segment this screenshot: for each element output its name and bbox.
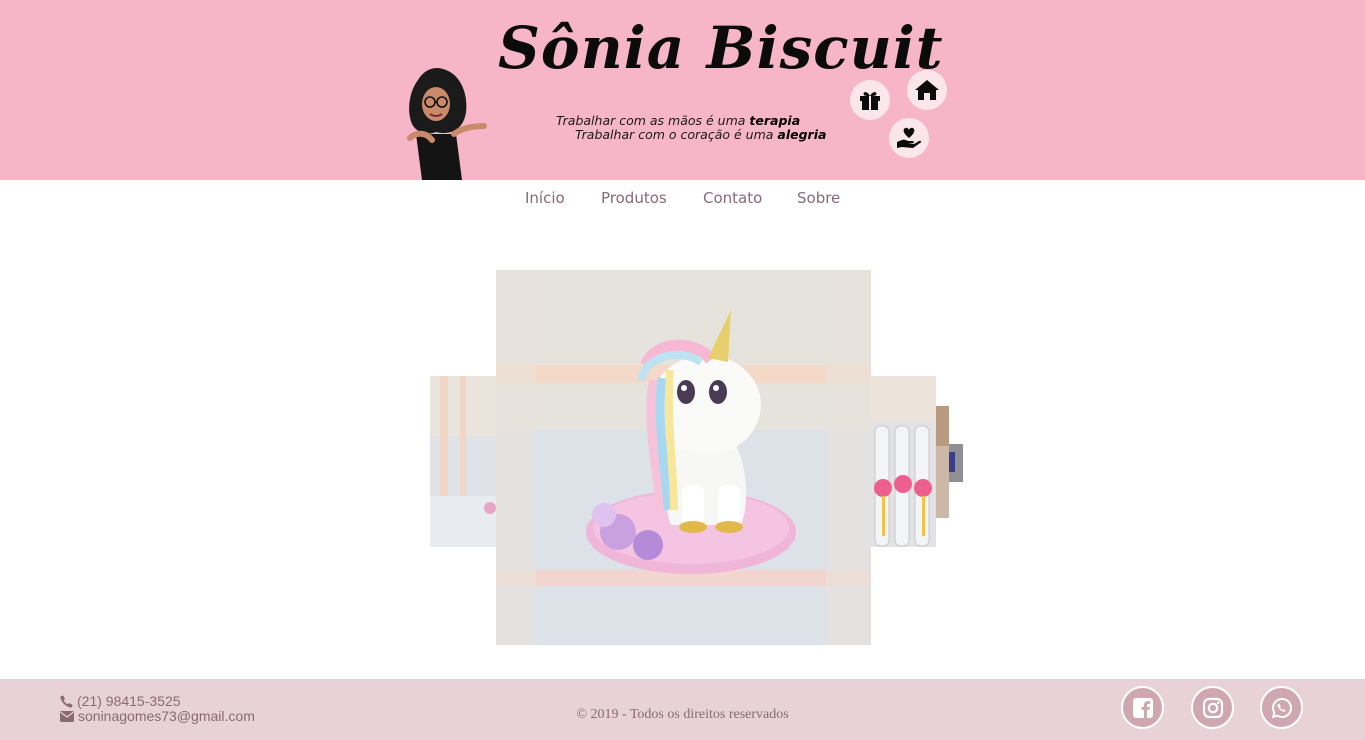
main-nav: Início Produtos Contato Sobre [0, 180, 1365, 216]
nav-item-contato[interactable]: Contato [703, 189, 762, 207]
pink-toy-side-image [430, 376, 496, 547]
product-4-image [936, 406, 949, 518]
nav-item-produtos[interactable]: Produtos [601, 189, 667, 207]
site-header: Sônia Biscuit Trabalhar com as mãos é um… [0, 0, 1365, 180]
carousel-slide-next-2[interactable] [936, 406, 949, 518]
instagram-icon [1202, 697, 1223, 718]
avatar-illustration [407, 68, 487, 180]
tagline-line-2: Trabalhar com o coração é uma alegria [575, 127, 826, 142]
home-icon [915, 80, 939, 100]
gift-icon [860, 92, 880, 110]
gift-button[interactable] [850, 80, 890, 120]
whatsapp-link[interactable] [1260, 686, 1303, 729]
phone-icon [60, 695, 73, 708]
unicorn-biscuit-image [496, 270, 871, 645]
nav-item-inicio[interactable]: Início [525, 189, 565, 207]
facebook-link[interactable] [1121, 686, 1164, 729]
tagline-1-text: Trabalhar com as mãos é uma [556, 113, 750, 128]
tagline-line-1: Trabalhar com as mãos é uma terapia [556, 113, 800, 128]
nav-item-sobre[interactable]: Sobre [797, 189, 840, 207]
whatsapp-icon [1271, 697, 1292, 718]
instagram-link[interactable] [1191, 686, 1234, 729]
facebook-icon [1132, 697, 1153, 718]
flamingo-tubes-image [871, 376, 936, 547]
hand-heart-icon [897, 127, 922, 148]
tagline-2-text: Trabalhar com o coração é uma [575, 127, 778, 142]
carousel-slide-active[interactable] [496, 270, 871, 645]
carousel-slide-next[interactable] [871, 376, 936, 547]
tagline-2-emphasis: alegria [777, 127, 827, 142]
carousel-slide-next-3[interactable] [949, 444, 963, 482]
site-title: Sônia Biscuit [498, 14, 944, 82]
product-carousel [0, 250, 1365, 670]
site-footer: (21) 98415-3525 soninagomes73@gmail.com … [0, 679, 1365, 740]
product-5-image [949, 444, 963, 482]
carousel-slide-prev[interactable] [430, 376, 496, 547]
hand-heart-button[interactable] [889, 118, 929, 158]
tagline-1-emphasis: terapia [749, 113, 801, 128]
home-button[interactable] [907, 70, 947, 110]
